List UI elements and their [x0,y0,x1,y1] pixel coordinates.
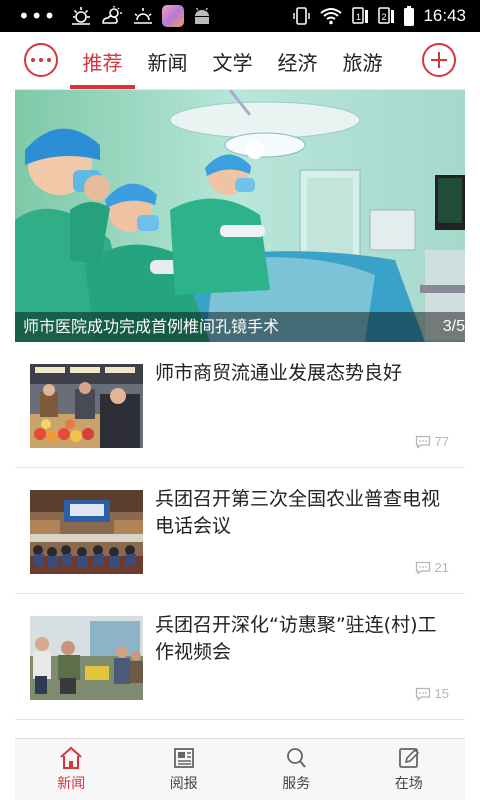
sun-icon [72,7,91,25]
status-bar: ••• 1 2 16:43 [0,0,480,32]
comment-icon [415,687,430,701]
comment-icon [415,561,430,575]
nav-service-label: 服务 [282,776,311,792]
comment-count-value: 15 [434,686,449,701]
comment-count: 77 [415,434,449,449]
battery-icon [404,6,415,26]
nav-news-label: 新闻 [57,776,86,792]
news-thumbnail [30,616,143,700]
nav-newspaper[interactable]: 阅报 [128,739,241,800]
hero-carousel[interactable]: 师市医院成功完成首例椎间孔镜手术 3/5 [15,90,465,342]
tab-partial[interactable]: 三 [395,32,410,90]
sim2-signal-icon: 2 [378,7,395,24]
search-icon [287,748,307,768]
comment-count: 15 [415,686,449,701]
nav-onsite[interactable]: 在场 [353,739,466,800]
nav-news[interactable]: 新闻 [15,739,128,800]
sunset-icon [134,8,153,24]
comment-count: 21 [415,560,449,575]
android-icon [195,7,210,24]
vibrate-icon [293,7,311,25]
news-item[interactable]: 师市商贸流通业发展态势良好 77 [15,342,465,468]
news-thumbnail [30,490,143,574]
nav-onsite-label: 在场 [394,776,423,792]
news-title: 师市商贸流通业发展态势良好 [155,362,403,384]
newspaper-icon [173,748,194,768]
nav-service[interactable]: 服务 [240,739,353,800]
edit-icon [398,748,419,768]
comment-count-value: 21 [434,560,449,575]
app-notification-icon [162,5,185,27]
news-item[interactable]: 兵团召开第三次全国农业普查电视电话会议 21 [15,468,465,594]
sim1-signal-icon: 1 [352,7,369,24]
hero-caption: 师市医院成功完成首例椎间孔镜手术 [15,312,465,342]
hero-image [15,90,465,342]
cloudy-sun-icon [102,6,123,24]
tab-recommend[interactable]: 推荐 [70,32,135,90]
tab-literature[interactable]: 文学 [200,32,265,90]
category-tabs: 推荐 新闻 文学 经济 旅游 三 [70,32,410,90]
status-dots: ••• [18,4,57,28]
tab-economy[interactable]: 经济 [265,32,330,90]
news-title: 兵团召开深化“访惠聚”驻连(村)工作视频会 [155,614,437,663]
news-title: 兵团召开第三次全国农业普查电视电话会议 [155,488,441,537]
plus-icon[interactable] [422,43,456,77]
category-tab-bar: 推荐 新闻 文学 经济 旅游 三 [15,32,465,90]
news-item[interactable]: 兵团召开深化“访惠聚”驻连(村)工作视频会 15 [15,594,465,720]
more-dots-icon[interactable] [24,43,58,77]
status-time: 16:43 [423,6,466,25]
news-thumbnail [30,364,143,448]
tab-news[interactable]: 新闻 [135,32,200,90]
comment-count-value: 77 [434,434,449,449]
wifi-icon [320,8,343,25]
bottom-navigation: 新闻 阅报 服务 在场 [15,738,465,800]
svg-text:1: 1 [356,12,361,22]
tab-travel[interactable]: 旅游 [330,32,395,90]
comment-icon [415,435,430,449]
nav-newspaper-label: 阅报 [169,776,198,792]
home-icon [60,746,82,769]
hero-page-indicator: 3/5 [442,318,465,335]
svg-text:2: 2 [382,12,387,22]
